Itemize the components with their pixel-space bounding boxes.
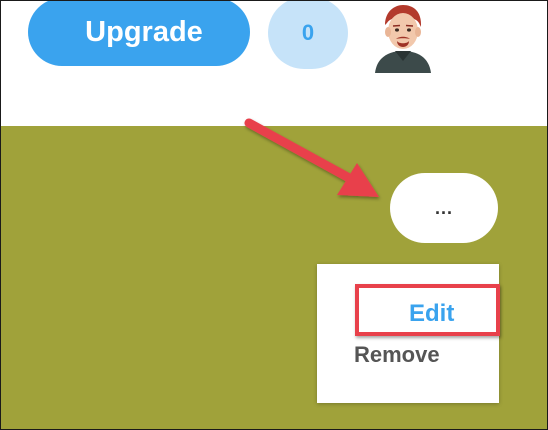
menu-item-remove[interactable]: Remove — [354, 342, 440, 368]
screenshot-frame: Upgrade 0 ... Edit Remove — [0, 0, 548, 430]
user-avatar-icon[interactable] — [367, 1, 439, 73]
annotation-highlight-box — [355, 284, 500, 336]
notification-count-badge[interactable]: 0 — [268, 1, 348, 69]
annotation-arrow-icon — [244, 118, 379, 197]
upgrade-button[interactable]: Upgrade — [28, 1, 250, 66]
top-bar: Upgrade 0 — [1, 1, 547, 126]
more-options-button[interactable]: ... — [390, 173, 498, 243]
